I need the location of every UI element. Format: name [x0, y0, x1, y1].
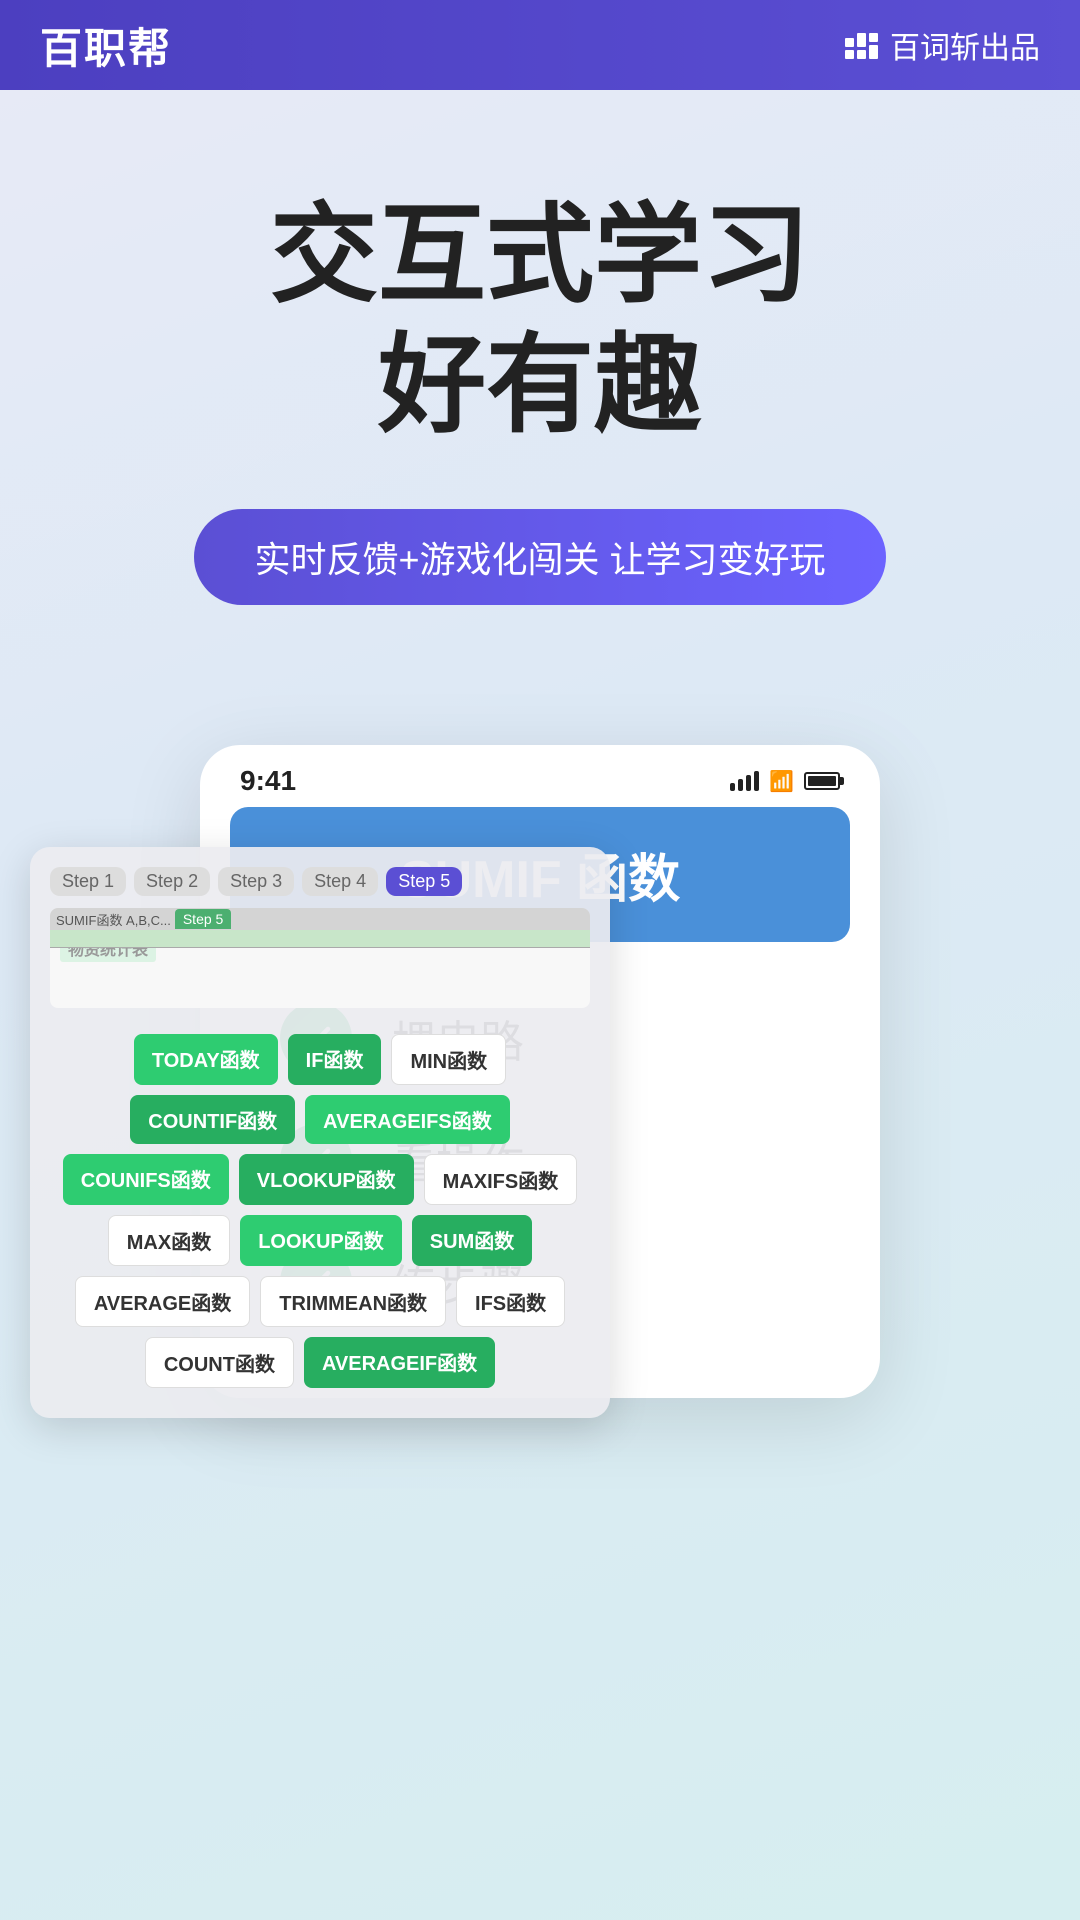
- tag-max: MAX函数: [108, 1215, 230, 1266]
- tag-lookup: LOOKUP函数: [240, 1215, 402, 1266]
- tag-average: AVERAGE函数: [75, 1276, 250, 1327]
- tag-count: COUNT函数: [145, 1337, 294, 1388]
- battery-icon: [804, 772, 840, 790]
- tag-today: TODAY函数: [134, 1034, 278, 1085]
- tag-ifs: IFS函数: [456, 1276, 565, 1327]
- steps-bar: Step 1 Step 2 Step 3 Step 4 Step 5: [50, 867, 590, 896]
- brand-name: 百词斩出品: [890, 23, 1040, 67]
- step-3: Step 3: [218, 867, 294, 896]
- tag-min: MIN函数: [391, 1034, 506, 1085]
- phone-time: 9:41: [240, 765, 296, 797]
- step-5-active: Step 5: [386, 867, 462, 896]
- hero-section: 交互式学习 好有趣 实时反馈+游戏化闯关 让学习变好玩: [0, 90, 1080, 665]
- mini-excel: SUMIF函数 A,B,C... Step 5 物资统计表: [50, 908, 590, 1008]
- mockup-area: Step 1 Step 2 Step 3 Step 4 Step 5 SUMIF…: [90, 745, 990, 1398]
- brand-info: 百词斩出品: [845, 23, 1040, 67]
- logo: 百职帮: [40, 15, 172, 76]
- wifi-icon: 📶: [769, 769, 794, 794]
- hero-badge: 实时反馈+游戏化闯关 让学习变好玩: [194, 509, 885, 605]
- signal-icon: [730, 771, 759, 791]
- tag-averageif: AVERAGEIF函数: [304, 1337, 495, 1388]
- excel-header: SUMIF函数 A,B,C... Step 5: [50, 908, 590, 930]
- app-header: 百职帮 百词斩出品: [0, 0, 1080, 90]
- tag-countif: COUNTIF函数: [130, 1095, 295, 1144]
- step-4: Step 4: [302, 867, 378, 896]
- excel-active-tab: Step 5: [175, 909, 231, 929]
- tag-trimmean: TRIMMEAN函数: [260, 1276, 446, 1327]
- function-tags-grid: TODAY函数 IF函数 MIN函数 COUNTIF函数 AVERAGEIFS函…: [50, 1024, 590, 1398]
- tag-counifs: COUNIFS函数: [63, 1154, 229, 1205]
- status-icons: 📶: [730, 769, 840, 794]
- tag-averageifs: AVERAGEIFS函数: [305, 1095, 510, 1144]
- overlay-card: Step 1 Step 2 Step 3 Step 4 Step 5 SUMIF…: [30, 847, 610, 1418]
- tag-vlookup: VLOOKUP函数: [239, 1154, 414, 1205]
- step-2: Step 2: [134, 867, 210, 896]
- brand-logo-icon: [845, 31, 878, 59]
- step-1: Step 1: [50, 867, 126, 896]
- hero-title: 交互式学习 好有趣: [40, 190, 1040, 449]
- phone-status-bar: 9:41 📶: [200, 745, 880, 807]
- tag-maxifs: MAXIFS函数: [424, 1154, 578, 1205]
- tag-sum: SUM函数: [412, 1215, 532, 1266]
- tag-if: IF函数: [288, 1034, 382, 1085]
